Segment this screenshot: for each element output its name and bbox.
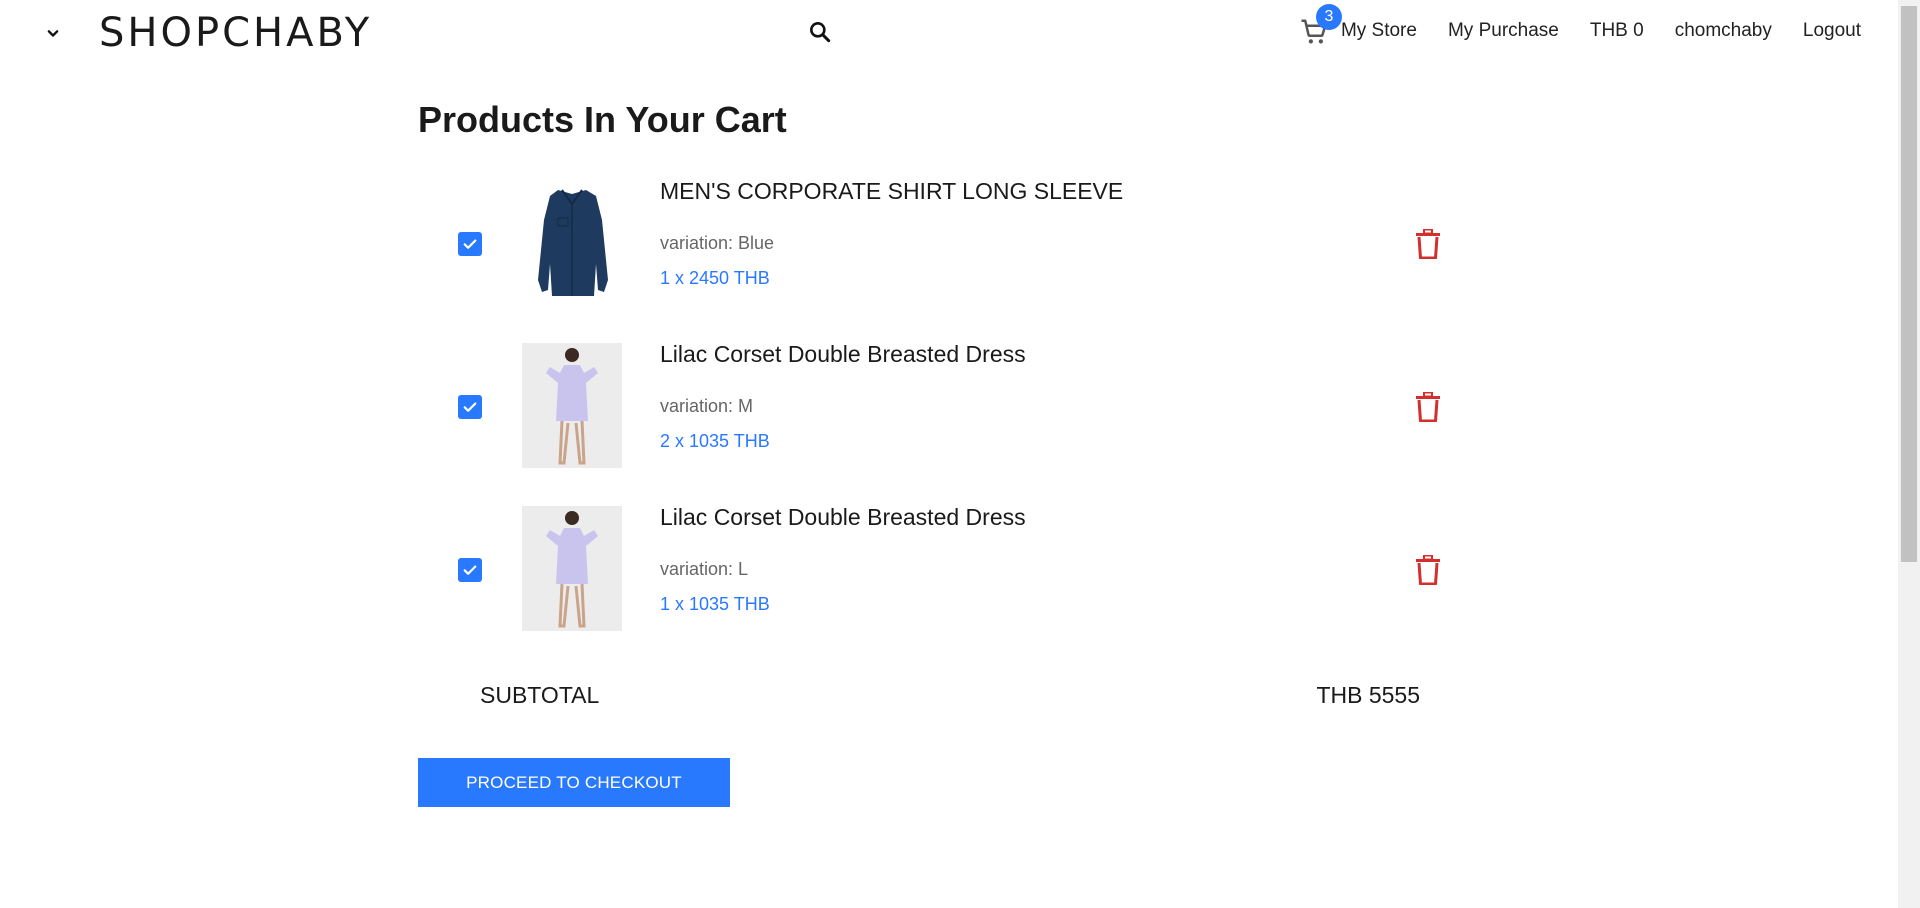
trash-icon	[1416, 229, 1440, 259]
product-variation: variation: M	[660, 396, 754, 416]
product-variation: variation: L	[660, 559, 749, 579]
chevron-down-icon	[47, 30, 59, 37]
trash-icon	[1416, 392, 1440, 422]
top-nav: My Store My Purchase THB 0 chomchaby Log…	[1341, 20, 1861, 42]
shirt-image	[522, 180, 622, 305]
nav-balance[interactable]: THB 0	[1590, 20, 1644, 42]
product-price: 1 x 2450 THB	[660, 268, 770, 288]
product-image[interactable]	[522, 506, 622, 631]
cart-list: MEN'S CORPORATE SHIRT LONG SLEEVE variat…	[418, 174, 1448, 663]
menu-toggle-button[interactable]	[38, 18, 68, 48]
item-checkbox[interactable]	[458, 395, 482, 419]
scrollbar-thumb[interactable]	[1901, 6, 1917, 562]
page-title: Products In Your Cart	[418, 99, 787, 140]
delete-item-button[interactable]	[1410, 552, 1446, 588]
trash-icon	[1416, 555, 1440, 585]
cart-main: Products In Your Cart MEN'S CORPORATE SH…	[418, 92, 1448, 807]
delete-item-button[interactable]	[1410, 389, 1446, 425]
product-variation: variation: Blue	[660, 233, 775, 253]
nav-username[interactable]: chomchaby	[1675, 20, 1772, 42]
cart-count-badge: 3	[1316, 4, 1342, 30]
product-price: 2 x 1035 THB	[660, 431, 770, 451]
dress-image	[522, 506, 622, 631]
nav-my-purchase[interactable]: My Purchase	[1448, 20, 1559, 42]
product-name[interactable]: MEN'S CORPORATE SHIRT LONG SLEEVE	[660, 178, 1123, 205]
search-button[interactable]	[804, 16, 836, 48]
item-checkbox[interactable]	[458, 558, 482, 582]
cart-item: Lilac Corset Double Breasted Dress varia…	[418, 337, 1448, 500]
check-icon	[463, 565, 477, 575]
brand-logo[interactable]: SHOPCHABY	[99, 8, 372, 58]
subtotal-label: SUBTOTAL	[480, 682, 600, 708]
top-header: SHOPCHABY 3 My Store My Purchase THB 0 c…	[0, 0, 1898, 66]
subtotal-value: THB 5555	[1316, 682, 1420, 708]
product-name[interactable]: Lilac Corset Double Breasted Dress	[660, 504, 1026, 531]
cart-item: Lilac Corset Double Breasted Dress varia…	[418, 500, 1448, 663]
check-icon	[463, 402, 477, 412]
delete-item-button[interactable]	[1410, 226, 1446, 262]
nav-my-store[interactable]: My Store	[1341, 20, 1417, 42]
dress-image	[522, 343, 622, 468]
product-image[interactable]	[522, 180, 622, 305]
cart-item: MEN'S CORPORATE SHIRT LONG SLEEVE variat…	[418, 174, 1448, 337]
product-image[interactable]	[522, 343, 622, 468]
check-icon	[463, 239, 477, 249]
search-icon	[810, 22, 831, 43]
proceed-to-checkout-button[interactable]: PROCEED TO CHECKOUT	[418, 758, 730, 807]
product-name[interactable]: Lilac Corset Double Breasted Dress	[660, 341, 1026, 368]
nav-logout[interactable]: Logout	[1803, 20, 1861, 42]
page-scrollbar[interactable]	[1898, 0, 1920, 908]
item-checkbox[interactable]	[458, 232, 482, 256]
product-price: 1 x 1035 THB	[660, 594, 770, 614]
